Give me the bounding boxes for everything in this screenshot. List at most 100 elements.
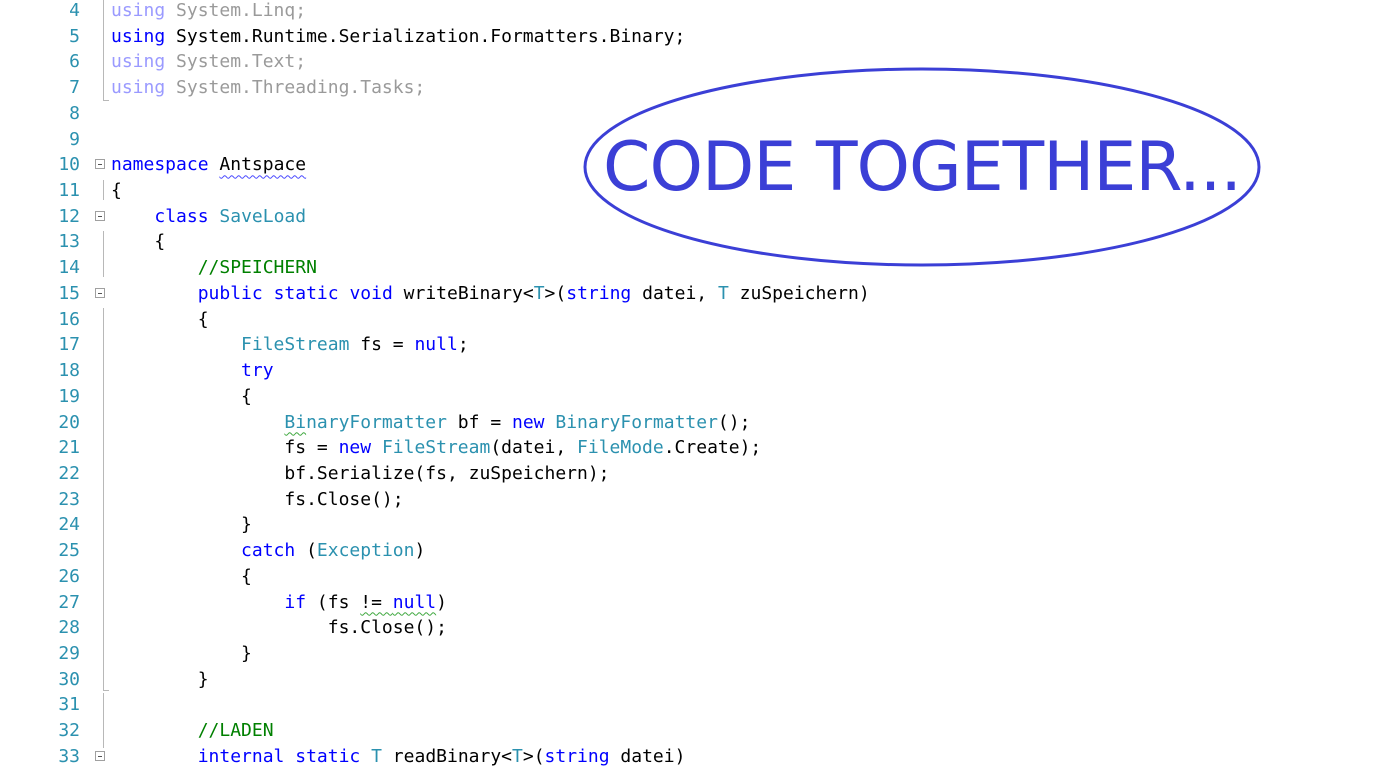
line-code: fs.Close(); (111, 615, 447, 641)
code-token: datei) (609, 745, 686, 767)
code-line[interactable]: 18 try (0, 358, 1398, 384)
code-token: class (154, 205, 209, 227)
collapse-toggle-icon[interactable] (95, 287, 105, 298)
line-code: bf.Serialize(fs, zuSpeichern); (111, 461, 610, 487)
code-token: { (111, 308, 209, 330)
code-token: new (512, 411, 545, 433)
code-together-stamp: CODE TOGETHER... (583, 67, 1261, 267)
line-code: FileStream fs = null; (111, 332, 469, 358)
code-token: T (371, 745, 382, 767)
code-token: try (241, 360, 274, 382)
line-number: 30 (58, 668, 80, 690)
code-line[interactable]: 17 FileStream fs = null; (0, 332, 1398, 358)
line-code: { (111, 178, 122, 204)
collapse-toggle-icon[interactable] (95, 159, 105, 170)
code-token: catch (241, 540, 296, 562)
code-token: >( (544, 282, 567, 304)
code-token: bf.Serialize(fs, zuSpeichern); (111, 462, 610, 484)
line-number: 27 (58, 591, 80, 613)
line-code: class SaveLoad (111, 204, 306, 230)
code-token: ) (414, 540, 426, 562)
code-token: System.Text; (165, 51, 307, 73)
code-token: >( (522, 745, 545, 767)
line-number: 19 (58, 385, 80, 407)
code-token: readBinary< (381, 745, 513, 767)
line-number: 9 (69, 128, 80, 150)
line-code: using System.Linq; (111, 0, 306, 24)
code-token: Bi (284, 411, 307, 433)
collapse-toggle-icon[interactable] (95, 210, 105, 221)
code-token: using (111, 77, 166, 99)
code-token: new (338, 437, 372, 459)
code-line[interactable]: 16 { (0, 307, 1398, 333)
line-number: 13 (58, 231, 80, 253)
code-line[interactable]: 20 BinaryFormatter bf = new BinaryFormat… (0, 410, 1398, 436)
code-line[interactable]: 22 bf.Serialize(fs, zuSpeichern); (0, 461, 1398, 487)
line-code: } (111, 512, 252, 538)
code-token: Antspace (219, 154, 307, 176)
code-token: FileMode (577, 437, 664, 459)
line-code: using System.Threading.Tasks; (111, 75, 425, 101)
code-token: SaveLoad (219, 205, 307, 227)
code-token: } (111, 514, 252, 536)
line-code: BinaryFormatter bf = new BinaryFormatter… (111, 410, 750, 436)
code-token: ( (295, 540, 317, 562)
code-line[interactable]: 32 //LADEN (0, 718, 1398, 744)
code-token: void (349, 282, 393, 304)
code-token: //LADEN (197, 720, 274, 742)
line-number: 20 (58, 411, 80, 433)
code-token: FileStream (241, 334, 350, 356)
code-token: .Create); (663, 437, 762, 459)
code-token: //SPEICHERN (197, 257, 317, 279)
line-number: 31 (58, 694, 80, 716)
code-token: namespace (111, 154, 209, 176)
code-token: Exception (316, 540, 415, 562)
code-line[interactable]: 29 } (0, 641, 1398, 667)
code-line[interactable]: 30 } (0, 667, 1398, 693)
line-number: 12 (58, 205, 80, 227)
line-code: { (111, 307, 209, 333)
line-code: if (fs != null) (111, 590, 447, 616)
code-token: using (111, 0, 166, 21)
code-line[interactable]: 25 catch (Exception) (0, 538, 1398, 564)
line-code: fs.Close(); (111, 487, 404, 513)
code-token: { (111, 385, 252, 407)
collapse-toggle-icon[interactable] (95, 750, 105, 761)
code-token: T (717, 282, 729, 304)
code-line[interactable]: 15 public static void writeBinary<T>(str… (0, 281, 1398, 307)
line-number: 4 (69, 0, 80, 21)
line-number: 17 (58, 334, 80, 356)
code-token: { (111, 565, 252, 587)
code-line[interactable]: 28 fs.Close(); (0, 615, 1398, 641)
code-token: if (284, 591, 307, 613)
code-token: T (533, 282, 545, 304)
code-token: fs.Close(); (111, 488, 404, 510)
code-line[interactable]: 21 fs = new FileStream(datei, FileMode.C… (0, 435, 1398, 461)
line-number: 22 (58, 462, 80, 484)
code-line[interactable]: 23 fs.Close(); (0, 487, 1398, 513)
code-token: T (512, 745, 523, 767)
code-token: null (392, 591, 437, 613)
code-line[interactable]: 27 if (fs != null) (0, 590, 1398, 616)
line-code: catch (Exception) (111, 538, 425, 564)
code-line[interactable]: 5 using System.Runtime.Serialization.Form… (0, 24, 1398, 50)
code-token: static (273, 282, 339, 304)
code-line[interactable]: 26 { (0, 564, 1398, 590)
code-line[interactable]: 31 (0, 692, 1398, 718)
line-number: 10 (58, 154, 80, 176)
code-line[interactable]: 19 { (0, 384, 1398, 410)
line-code: internal static T readBinary<T>(string d… (111, 744, 686, 770)
code-line[interactable]: 33 internal static T readBinary<T>(strin… (0, 744, 1398, 770)
code-line[interactable]: 4 using System.Linq; (0, 0, 1398, 24)
line-code: { (111, 564, 252, 590)
code-line[interactable]: 24 } (0, 512, 1398, 538)
line-number: 14 (58, 257, 80, 279)
line-number: 11 (58, 180, 80, 202)
code-token: public (197, 282, 263, 304)
